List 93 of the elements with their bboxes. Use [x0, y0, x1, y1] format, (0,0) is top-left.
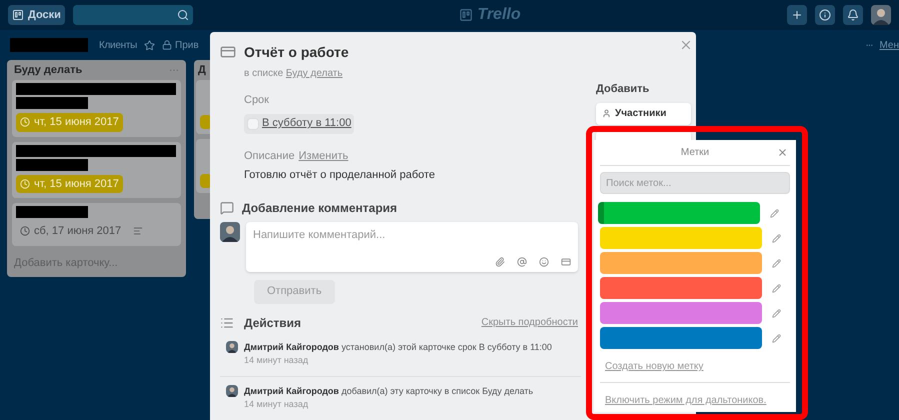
- send-button[interactable]: Отправить: [254, 280, 335, 304]
- pencil-icon: [772, 308, 781, 318]
- list-title: Буду делать: [14, 62, 82, 78]
- logo-icon: [459, 8, 474, 22]
- close-button[interactable]: [777, 147, 788, 158]
- search-icon: [176, 9, 189, 21]
- boards-icon: [12, 9, 24, 21]
- activity-text: Дмитрий Кайгородов добавил(а) эту карточку в список Буду делать: [244, 384, 534, 398]
- color-label[interactable]: [600, 277, 762, 299]
- mention-icon: [517, 256, 527, 266]
- person-icon: [602, 109, 611, 118]
- redacted-text: [16, 158, 88, 170]
- pencil-icon: [772, 284, 781, 292]
- pencil-icon: [772, 334, 781, 342]
- description-label: Описание: [244, 148, 295, 164]
- list-title: Д: [198, 62, 206, 78]
- activity-icon: [220, 316, 234, 330]
- user-avatar: [220, 222, 240, 242]
- comment-placeholder: Напишите комментарий...: [253, 228, 386, 242]
- edit-label-button[interactable]: [772, 334, 781, 342]
- comment-field[interactable]: Напишите комментарий...: [246, 222, 578, 272]
- due-date-button[interactable]: В субботу в 11:00: [244, 114, 354, 134]
- activity-time: 14 минут назад: [244, 354, 310, 367]
- pencil-icon: [772, 258, 781, 268]
- color-label[interactable]: [600, 227, 762, 249]
- user-avatar: [226, 384, 238, 396]
- close-icon: [777, 147, 788, 158]
- clock-icon: [20, 178, 30, 189]
- redacted-text: [16, 97, 88, 109]
- due-complete-checkbox[interactable]: [247, 118, 259, 130]
- due-date-label: сб, 17 июня 2017: [16, 222, 126, 240]
- bell-icon: [847, 9, 859, 21]
- card[interactable]: чт, 15 июня 2017: [12, 80, 181, 136]
- label-search-field[interactable]: Поиск меток...: [600, 172, 790, 194]
- pencil-icon: [770, 208, 779, 218]
- comment-heading: Добавление комментария: [242, 200, 398, 216]
- edit-description-link[interactable]: Изменить: [298, 148, 348, 164]
- list-link[interactable]: Буду делать: [286, 68, 343, 79]
- clock-icon: [20, 226, 30, 236]
- attachment-icon: [495, 256, 505, 266]
- boards-button[interactable]: Доски: [8, 5, 65, 25]
- card-icon: [561, 256, 571, 266]
- pencil-icon: [772, 234, 781, 242]
- list-menu-icon[interactable]: ···: [169, 62, 179, 78]
- activity-heading: Действия: [244, 314, 302, 332]
- edit-label-button[interactable]: [772, 308, 781, 318]
- due-label: Срок: [244, 93, 270, 108]
- user-avatar: [871, 5, 891, 25]
- color-label[interactable]: [600, 252, 762, 274]
- description-text: Готовлю отчёт о проделанной работе: [244, 168, 436, 183]
- lock-icon: [162, 40, 172, 50]
- color-label[interactable]: [600, 327, 762, 349]
- activity-text: Дмитрий Кайгородов установил(а) этой карточке срок В субботу в 11:00: [244, 340, 552, 354]
- due-date-badge: чт, 15 июня 2017: [16, 113, 123, 132]
- notifications-button[interactable]: [843, 5, 863, 25]
- card-title[interactable]: Отчёт о работе: [244, 42, 436, 63]
- menu-link[interactable]: Мен: [879, 38, 899, 52]
- redacted-text: [16, 206, 88, 218]
- visibility-link[interactable]: Прив: [162, 38, 199, 52]
- color-label[interactable]: [600, 302, 762, 324]
- card-icon: [220, 44, 236, 60]
- add-heading: Добавить: [596, 82, 650, 97]
- plus-icon: [791, 9, 803, 21]
- more-icon[interactable]: ···: [865, 38, 872, 52]
- popover-title: Метки: [680, 146, 710, 160]
- add-button[interactable]: [787, 5, 807, 25]
- edit-label-button[interactable]: [770, 208, 779, 218]
- due-date-badge: чт, 15 июня 2017: [16, 174, 123, 193]
- close-button[interactable]: [679, 38, 693, 52]
- list-location-text: в списке: [244, 68, 284, 79]
- info-icon: [819, 9, 831, 21]
- create-label-link[interactable]: Создать новую метку: [600, 359, 790, 374]
- edit-label-button[interactable]: [772, 258, 781, 268]
- clock-icon: [20, 117, 30, 128]
- sidebar-button[interactable]: Участники: [596, 102, 691, 124]
- edit-label-button[interactable]: [772, 284, 781, 292]
- colorblind-mode-link[interactable]: Включить режим для дальтоников.: [600, 393, 790, 408]
- search-field[interactable]: [72, 5, 193, 25]
- card[interactable]: чт, 15 июня 2017: [12, 142, 181, 198]
- team-link[interactable]: Клиенты: [99, 38, 137, 52]
- user-avatar: [226, 340, 238, 352]
- star-icon: [144, 40, 155, 50]
- color-label[interactable]: [598, 202, 760, 224]
- hide-details-link[interactable]: Скрыть подробности: [481, 315, 578, 330]
- card[interactable]: сб, 17 июня 2017: [12, 203, 181, 246]
- emoji-icon: [539, 256, 549, 266]
- logo[interactable]: Trello: [459, 3, 521, 27]
- activity-time: 14 минут назад: [244, 398, 310, 411]
- info-button[interactable]: [815, 5, 835, 25]
- close-icon: [679, 38, 693, 52]
- description-icon: [133, 226, 144, 236]
- comment-icon: [220, 200, 234, 214]
- edit-label-button[interactable]: [772, 234, 781, 242]
